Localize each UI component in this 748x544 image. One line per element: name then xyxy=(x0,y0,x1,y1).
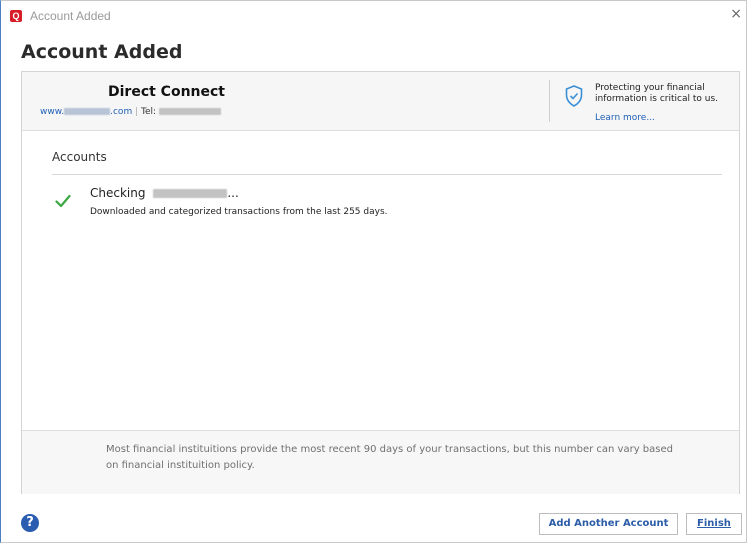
tel-label: Tel: xyxy=(141,107,157,117)
redacted-domain xyxy=(64,108,111,115)
account-status-detail: Downloaded and categorized transactions … xyxy=(90,207,388,217)
institution-url[interactable]: www. .com xyxy=(40,107,132,117)
redacted-phone xyxy=(158,108,221,115)
window-title: Account Added xyxy=(30,9,111,23)
accounts-heading: Accounts xyxy=(52,150,107,164)
page-title: Account Added xyxy=(21,41,183,63)
shield-icon xyxy=(565,85,583,107)
account-added-window: Q Account Added × Account Added Direct C… xyxy=(0,0,747,543)
redacted-account-number xyxy=(153,189,228,198)
institution-name: Direct Connect xyxy=(108,84,225,100)
check-icon xyxy=(55,194,71,208)
learn-more-link[interactable]: Learn more... xyxy=(595,113,655,123)
finish-button[interactable]: Finish xyxy=(686,513,742,535)
close-icon[interactable]: × xyxy=(730,6,742,22)
institution-header: Direct Connect www. .com | Tel: Protectin… xyxy=(22,72,739,131)
help-icon[interactable]: ? xyxy=(21,514,39,532)
accounts-divider xyxy=(52,174,722,175)
security-message: Protecting your financial information is… xyxy=(595,83,719,104)
info-footer: Most financial instituitions provide the… xyxy=(22,430,739,494)
content-panel: Direct Connect www. .com | Tel: Protectin… xyxy=(21,71,740,494)
app-logo-icon: Q xyxy=(10,10,22,22)
add-another-account-button[interactable]: Add Another Account xyxy=(539,513,678,535)
header-divider xyxy=(549,80,550,122)
institution-contact: www. .com | Tel: xyxy=(40,107,221,117)
transaction-range-note: Most financial instituitions provide the… xyxy=(106,444,673,471)
account-name: Checking ... xyxy=(90,186,239,200)
title-bar: Q Account Added × xyxy=(1,1,746,31)
